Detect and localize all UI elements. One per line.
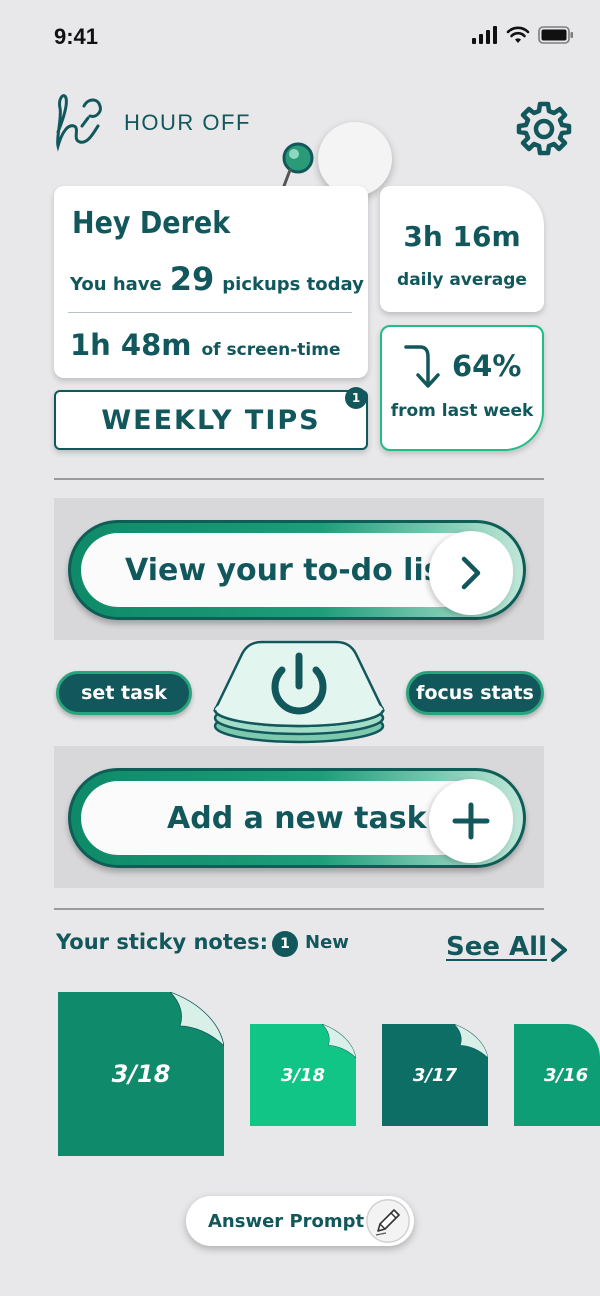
screen-time-value: 1h 48m — [70, 328, 192, 362]
page-curl-icon — [454, 1024, 488, 1058]
screen-time-label: of screen-time — [201, 340, 341, 360]
view-todo-inner: View your to-do list — [81, 531, 513, 615]
pickups-row: You have 29 pickups today — [70, 260, 364, 298]
answer-prompt-button[interactable]: Answer Prompt — [186, 1196, 414, 1246]
pencil-icon — [366, 1199, 410, 1243]
focus-stats-button[interactable]: focus stats — [406, 671, 544, 715]
chevron-right-icon — [461, 556, 481, 590]
sticky-note-date: 3/17 — [412, 1064, 458, 1086]
see-all-link[interactable]: See All — [446, 932, 547, 962]
add-plus-circle[interactable] — [429, 779, 513, 863]
todo-arrow-circle[interactable] — [429, 531, 513, 615]
chevron-right-icon[interactable] — [546, 936, 572, 964]
section-divider — [54, 908, 544, 910]
section-divider — [54, 478, 544, 480]
wifi-icon — [506, 26, 530, 43]
status-time: 9:41 — [54, 24, 99, 49]
battery-icon — [538, 26, 573, 44]
sticky-notes-title: Your sticky notes: — [56, 930, 269, 954]
pickups-suffix: pickups today — [222, 274, 364, 295]
sticky-note[interactable]: 3/17 — [382, 1024, 488, 1126]
app-logo-icon — [56, 94, 102, 152]
new-count-badge: 1 — [272, 931, 298, 957]
sticky-note-date: 3/18 — [111, 1060, 171, 1088]
new-label: New — [305, 932, 349, 953]
sticky-note[interactable]: 3/18 — [250, 1024, 356, 1126]
page-curl-icon — [586, 1024, 600, 1031]
trend-down-arrow-icon — [404, 345, 440, 388]
settings-gear-icon[interactable] — [514, 98, 574, 158]
view-todo-label: View your to-do list — [125, 552, 456, 588]
sticky-note[interactable]: 3/16 — [514, 1024, 600, 1126]
pickups-count: 29 — [169, 260, 215, 298]
cellular-signal-icon — [472, 26, 497, 44]
weekly-tips-badge: 1 — [345, 387, 367, 409]
weekly-tips-button[interactable]: WEEKLY TIPS — [54, 390, 368, 450]
weekly-change-card: 64% from last week — [380, 325, 544, 451]
sticky-note-date: 3/18 — [280, 1064, 326, 1086]
weekly-change-label: from last week — [390, 401, 534, 421]
page-curl-icon — [170, 992, 224, 1046]
daily-average-card: 3h 16m daily average — [380, 186, 544, 312]
sticky-note-date: 3/16 — [544, 1064, 589, 1086]
pickups-prefix: You have — [70, 274, 162, 295]
sticky-note[interactable]: 3/18 — [58, 992, 224, 1156]
set-task-button[interactable]: set task — [56, 671, 192, 715]
focus-power-button[interactable] — [212, 640, 386, 746]
card-divider — [68, 312, 352, 313]
floating-bubble[interactable] — [318, 122, 392, 196]
greeting-card: Hey Derek You have 29 pickups today 1h 4… — [54, 186, 368, 378]
app-title: HOUR OFF — [124, 110, 251, 135]
add-task-inner: Add a new task — [81, 779, 513, 863]
daily-average-value: 3h 16m — [403, 220, 521, 253]
answer-prompt-label: Answer Prompt — [208, 1210, 365, 1232]
page-curl-icon — [322, 1024, 356, 1058]
screen-time-row: 1h 48m of screen-time — [70, 328, 341, 362]
status-icons — [472, 26, 574, 44]
greeting-title: Hey Derek — [72, 206, 231, 241]
view-todo-button[interactable]: View your to-do list — [68, 520, 526, 620]
add-task-button[interactable]: Add a new task — [68, 768, 526, 868]
add-task-label: Add a new task — [167, 800, 427, 836]
daily-average-label: daily average — [397, 270, 527, 290]
plus-icon — [452, 802, 490, 840]
weekly-change-value: 64% — [452, 349, 522, 383]
